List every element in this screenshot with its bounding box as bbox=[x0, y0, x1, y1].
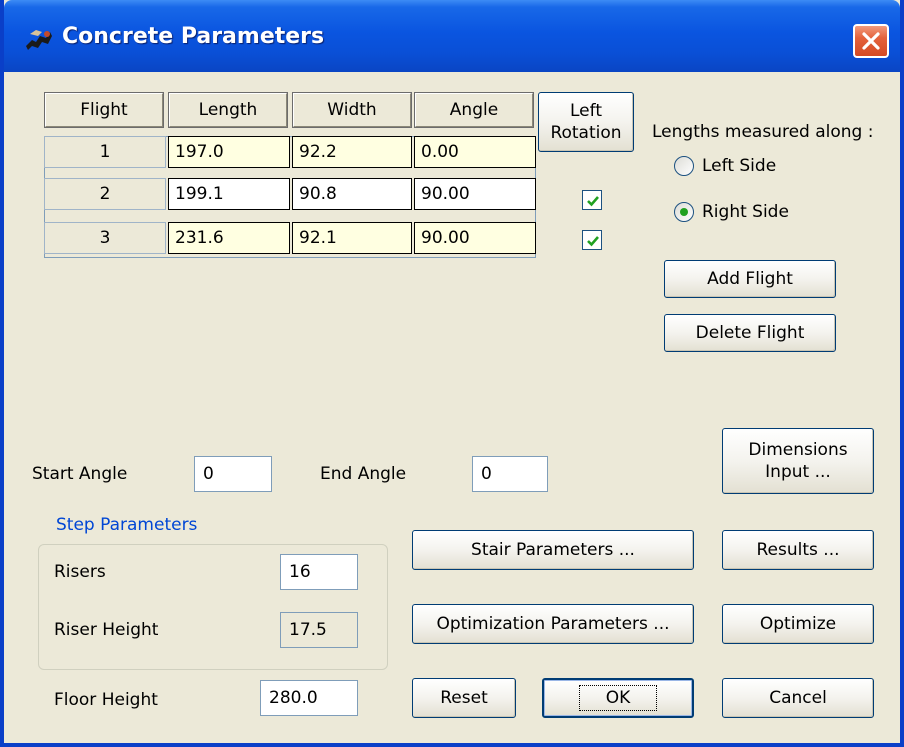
left-rotation-label-line1: Left bbox=[570, 101, 602, 121]
floor-height-label: Floor Height bbox=[54, 690, 158, 710]
riser-height-value: 17.5 bbox=[280, 612, 358, 648]
left-rotation-checkbox-3[interactable] bbox=[582, 230, 602, 250]
start-angle-label: Start Angle bbox=[32, 464, 128, 484]
radio-right-side[interactable] bbox=[674, 202, 694, 222]
dimensions-input-line1: Dimensions bbox=[748, 440, 848, 460]
riser-height-label: Riser Height bbox=[54, 620, 159, 640]
row-header-flight-1[interactable]: 1 bbox=[44, 136, 166, 168]
radio-left-side[interactable] bbox=[674, 156, 694, 176]
left-rotation-header[interactable]: Left Rotation bbox=[538, 92, 634, 152]
results-button[interactable]: Results ... bbox=[722, 530, 874, 570]
cell-angle-1[interactable]: 0.00 bbox=[414, 136, 536, 168]
dimensions-input-line2: Input ... bbox=[765, 462, 831, 482]
column-header-width[interactable]: Width bbox=[292, 92, 412, 128]
ok-button[interactable]: OK bbox=[542, 678, 694, 718]
column-header-length[interactable]: Length bbox=[168, 92, 288, 128]
optimization-parameters-button[interactable]: Optimization Parameters ... bbox=[412, 604, 694, 644]
row-header-flight-3[interactable]: 3 bbox=[44, 222, 166, 254]
radio-right-side-label[interactable]: Right Side bbox=[702, 202, 789, 222]
window-title: Concrete Parameters bbox=[62, 24, 325, 49]
cell-length-2[interactable]: 199.1 bbox=[168, 178, 290, 210]
column-header-flight[interactable]: Flight bbox=[44, 92, 164, 128]
check-icon bbox=[587, 196, 599, 207]
cell-length-3[interactable]: 231.6 bbox=[168, 222, 290, 254]
reset-button[interactable]: Reset bbox=[412, 678, 516, 718]
ok-button-label: OK bbox=[578, 685, 658, 711]
cell-width-2[interactable]: 90.8 bbox=[292, 178, 412, 210]
add-flight-button[interactable]: Add Flight bbox=[664, 260, 836, 298]
risers-input[interactable]: 16 bbox=[280, 554, 358, 590]
left-rotation-label-line2: Rotation bbox=[550, 123, 622, 143]
start-angle-input[interactable]: 0 bbox=[194, 456, 272, 492]
optimize-button[interactable]: Optimize bbox=[722, 604, 874, 644]
lengths-measured-label: Lengths measured along : bbox=[652, 122, 874, 142]
radio-selected-dot bbox=[680, 208, 688, 216]
cell-width-3[interactable]: 92.1 bbox=[292, 222, 412, 254]
delete-flight-button[interactable]: Delete Flight bbox=[664, 314, 836, 352]
radio-left-side-label[interactable]: Left Side bbox=[702, 156, 776, 176]
left-rotation-checkbox-2[interactable] bbox=[582, 190, 602, 210]
title-bar[interactable]: Concrete Parameters bbox=[4, 0, 900, 72]
close-button[interactable] bbox=[853, 24, 889, 58]
stairs-app-icon bbox=[26, 30, 52, 50]
cancel-button[interactable]: Cancel bbox=[722, 678, 874, 718]
end-angle-input[interactable]: 0 bbox=[472, 456, 548, 492]
close-icon bbox=[862, 32, 880, 50]
stair-parameters-button[interactable]: Stair Parameters ... bbox=[412, 530, 694, 570]
cell-angle-2[interactable]: 90.00 bbox=[414, 178, 536, 210]
risers-label: Risers bbox=[54, 562, 106, 582]
cell-width-1[interactable]: 92.2 bbox=[292, 136, 412, 168]
floor-height-input[interactable]: 280.0 bbox=[260, 680, 358, 716]
check-icon bbox=[587, 236, 599, 247]
concrete-parameters-dialog: Concrete Parameters Flight Length Width … bbox=[0, 0, 904, 747]
cell-angle-3[interactable]: 90.00 bbox=[414, 222, 536, 254]
step-parameters-title: Step Parameters bbox=[54, 515, 200, 535]
row-header-flight-2[interactable]: 2 bbox=[44, 178, 166, 210]
cell-length-1[interactable]: 197.0 bbox=[168, 136, 290, 168]
end-angle-label: End Angle bbox=[320, 464, 407, 484]
column-header-angle[interactable]: Angle bbox=[414, 92, 534, 128]
dimensions-input-button[interactable]: Dimensions Input ... bbox=[722, 428, 874, 494]
